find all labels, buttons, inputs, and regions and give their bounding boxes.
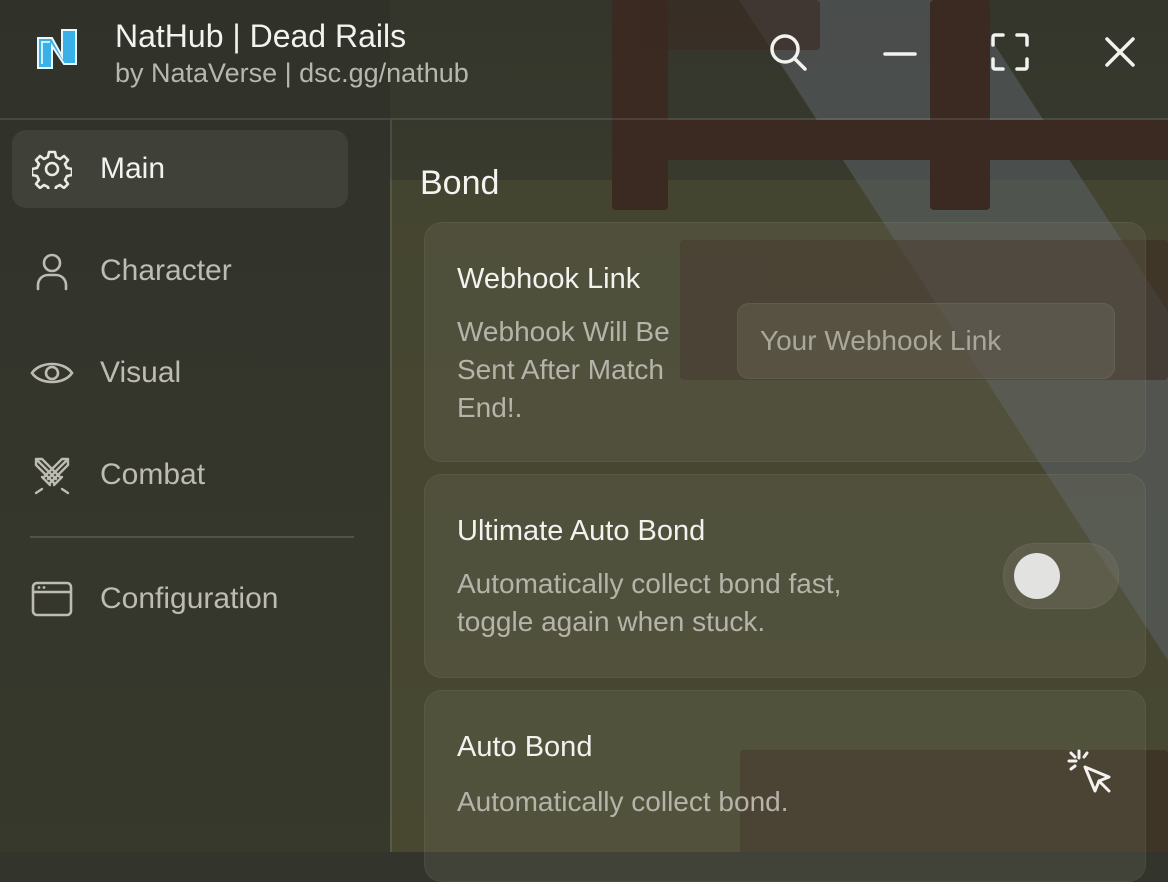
card-title: Auto Bond [457, 731, 593, 763]
nathub-logo-icon [37, 29, 77, 69]
eye-icon [30, 351, 74, 395]
window-icon [30, 577, 74, 621]
card-description: Webhook Will Be Sent After Match End!. [457, 313, 670, 427]
user-icon [30, 249, 74, 293]
sidebar-item-main[interactable]: Main [12, 130, 348, 208]
search-button[interactable] [766, 30, 810, 74]
close-icon [1105, 37, 1135, 67]
card-description-line: End!. [457, 392, 523, 423]
toggle-knob [1014, 553, 1060, 599]
auto-bond-card: Auto Bond Automatically collect bond. [424, 690, 1146, 882]
card-description: Automatically collect bond fast, toggle … [457, 565, 841, 641]
ultimate-auto-bond-toggle[interactable] [1003, 543, 1119, 609]
sidebar-item-label: Visual [100, 356, 182, 389]
webhook-link-input[interactable] [737, 303, 1115, 379]
sidebar: Main Character Visual Combat Configurati… [0, 120, 392, 852]
card-description: Automatically collect bond. [457, 783, 789, 821]
sidebar-item-configuration[interactable]: Configuration [12, 560, 348, 638]
gear-icon [30, 147, 74, 191]
sidebar-item-visual[interactable]: Visual [12, 334, 348, 412]
card-description-line: Webhook Will Be [457, 316, 670, 347]
app-title: NatHub | Dead Rails [115, 18, 407, 54]
sidebar-item-label: Configuration [100, 582, 279, 615]
sidebar-divider [30, 536, 354, 538]
sidebar-item-label: Character [100, 254, 232, 287]
main-content: Bond Webhook Link Webhook Will Be Sent A… [392, 120, 1168, 882]
app-subtitle: by NataVerse | dsc.gg/nathub [115, 58, 469, 88]
card-title: Ultimate Auto Bond [457, 515, 706, 547]
maximize-button[interactable] [988, 30, 1032, 74]
crossed-swords-icon [30, 453, 74, 497]
click-icon[interactable] [1065, 747, 1119, 801]
close-button[interactable] [1098, 30, 1142, 74]
minimize-button[interactable] [878, 30, 922, 74]
section-title: Bond [420, 164, 500, 202]
sidebar-item-label: Main [100, 152, 166, 185]
ultimate-auto-bond-card: Ultimate Auto Bond Automatically collect… [424, 474, 1146, 678]
card-title: Webhook Link [457, 263, 641, 295]
search-icon [770, 34, 807, 71]
minimize-icon [883, 52, 917, 56]
sidebar-item-combat[interactable]: Combat [12, 436, 348, 514]
card-description-line: toggle again when stuck. [457, 606, 766, 637]
card-description-line: Sent After Match [457, 354, 664, 385]
maximize-icon [991, 33, 1029, 71]
card-description-line: Automatically collect bond fast, [457, 568, 842, 599]
sidebar-item-label: Combat [100, 458, 206, 491]
sidebar-item-character[interactable]: Character [12, 232, 348, 310]
title-bar: NatHub | Dead Rails by NataVerse | dsc.g… [0, 0, 1168, 120]
webhook-card: Webhook Link Webhook Will Be Sent After … [424, 222, 1146, 462]
card-description-line: Automatically collect bond. [457, 786, 789, 817]
